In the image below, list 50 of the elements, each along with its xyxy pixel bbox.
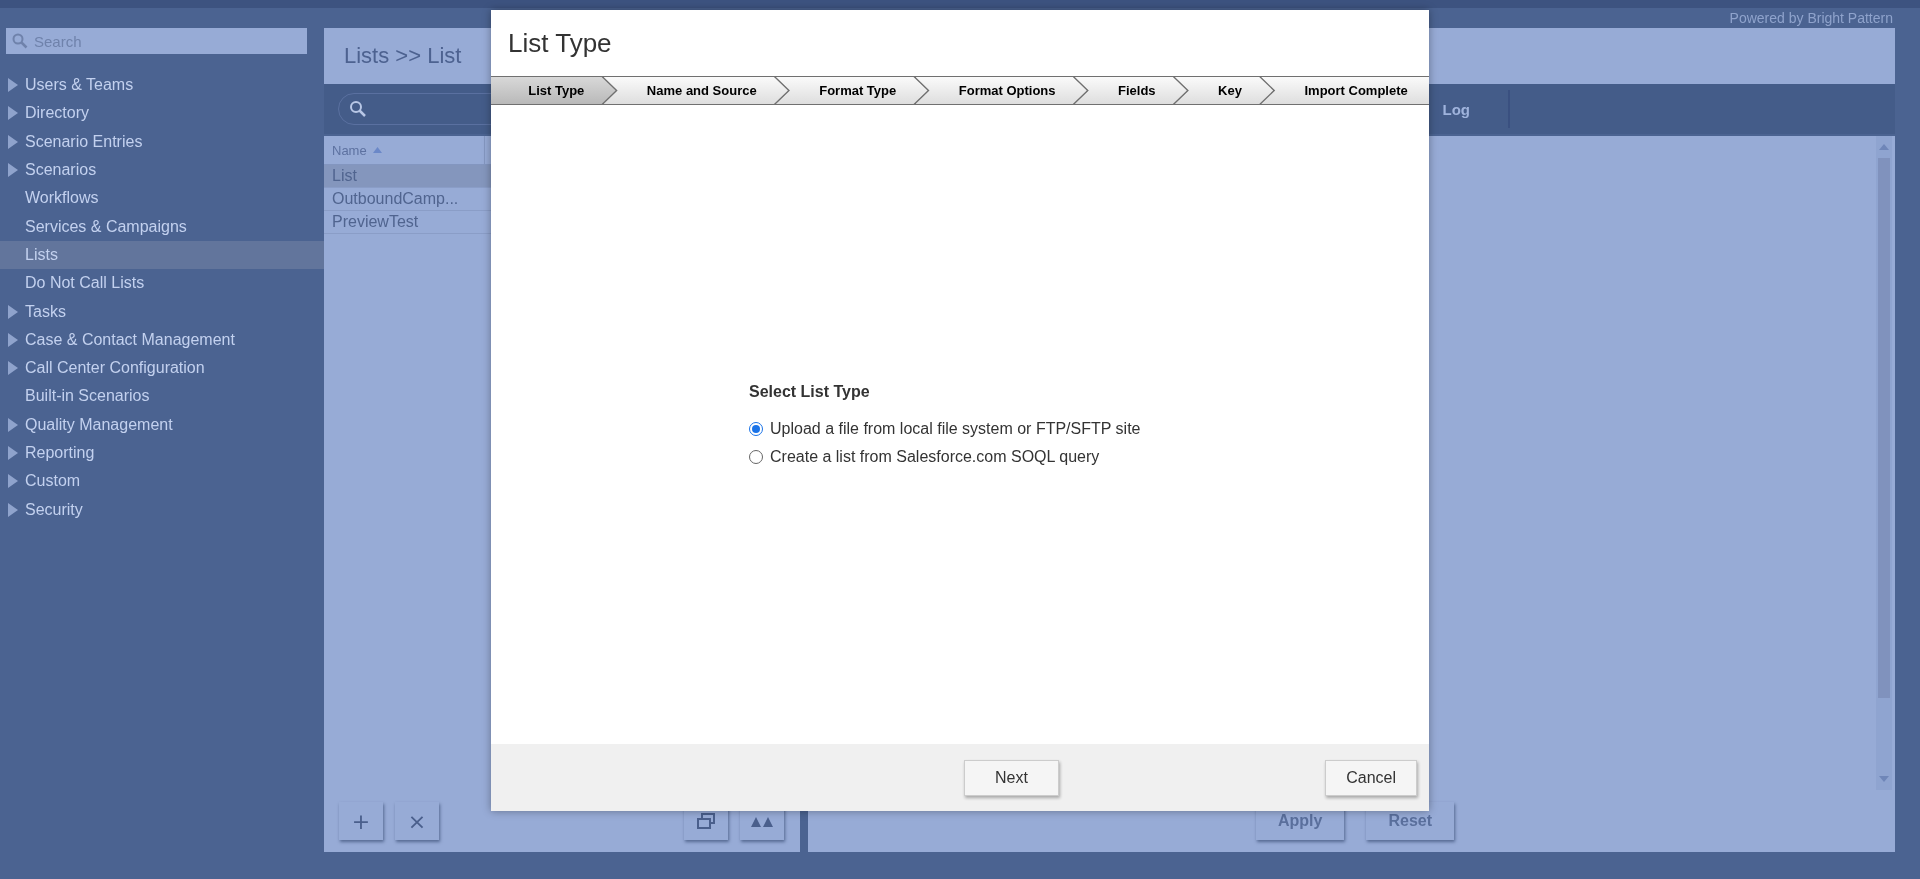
wizard-step[interactable]: Name and Source [603,77,788,104]
cancel-button[interactable]: Cancel [1325,759,1417,796]
expand-arrow-icon[interactable] [6,417,19,432]
sidebar-item[interactable]: Services & Campaigns [25,217,187,236]
expand-arrow-icon[interactable] [6,332,19,347]
wizard-step[interactable]: Fields [1074,77,1187,104]
option-label[interactable]: Upload a file from local file system or FTP/SFTP site [770,420,1141,438]
sidebar-item[interactable]: Reporting [25,444,95,462]
windows-icon [697,813,715,829]
wizard-step[interactable]: List Type [491,77,616,104]
expand-arrow-icon[interactable] [6,446,19,460]
sidebar-item[interactable]: Directory [25,104,89,123]
expand-arrow-icon[interactable] [6,474,19,489]
sort-icon [372,147,382,153]
sidebar-item[interactable]: Workflows [25,189,99,208]
expand-arrow-icon[interactable] [6,134,19,149]
wizard-step[interactable]: Import Complete [1261,77,1429,104]
column-header[interactable]: Name [332,142,367,158]
section-title: Select List Type [749,383,871,401]
search-icon [349,100,367,118]
expand-arrow-icon[interactable] [6,361,19,376]
breadcrumb: Lists >> List [344,43,462,69]
expand-arrow-icon[interactable] [6,106,19,121]
sidebar-item[interactable]: Quality Management [25,415,173,434]
expand-arrow-icon[interactable] [6,502,19,517]
sidebar-item[interactable]: Custom [25,472,81,491]
icon-button[interactable]: × [395,802,439,840]
dialog-title: List Type [507,27,613,58]
sidebar-item[interactable]: Users & Teams [25,76,134,95]
expand-arrow-icon[interactable] [6,163,19,178]
search-icon [12,33,28,49]
sidebar-item[interactable]: Tasks [25,302,66,321]
expand-arrow-icon[interactable] [6,78,19,93]
expand-arrow-icon[interactable] [6,304,19,319]
sidebar-item[interactable]: Do Not Call Lists [25,274,145,293]
double-arrow-up-icon [751,815,773,827]
next-button[interactable]: Next [964,759,1059,796]
wizard-step[interactable]: Format Type [775,77,928,104]
sidebar-item[interactable]: Scenarios [25,161,97,180]
sidebar-item[interactable]: Lists [25,245,58,264]
sidebar-item[interactable]: Security [25,500,83,519]
wizard-step[interactable]: Format Options [915,77,1087,104]
option-label[interactable]: Create a list from Salesforce.com SOQL query [770,448,1100,466]
sidebar-item[interactable]: Built-in Scenarios [25,387,150,406]
sidebar-item[interactable]: Call Center Configuration [25,359,205,378]
sidebar-item[interactable]: Case & Contact Management [25,330,235,349]
scrollbar-drawing[interactable] [1876,136,1892,790]
icon-button[interactable]: + [339,802,383,840]
branding-text: Powered by Bright Pattern [1729,10,1893,26]
sidebar-item[interactable]: Scenario Entries [25,132,143,151]
